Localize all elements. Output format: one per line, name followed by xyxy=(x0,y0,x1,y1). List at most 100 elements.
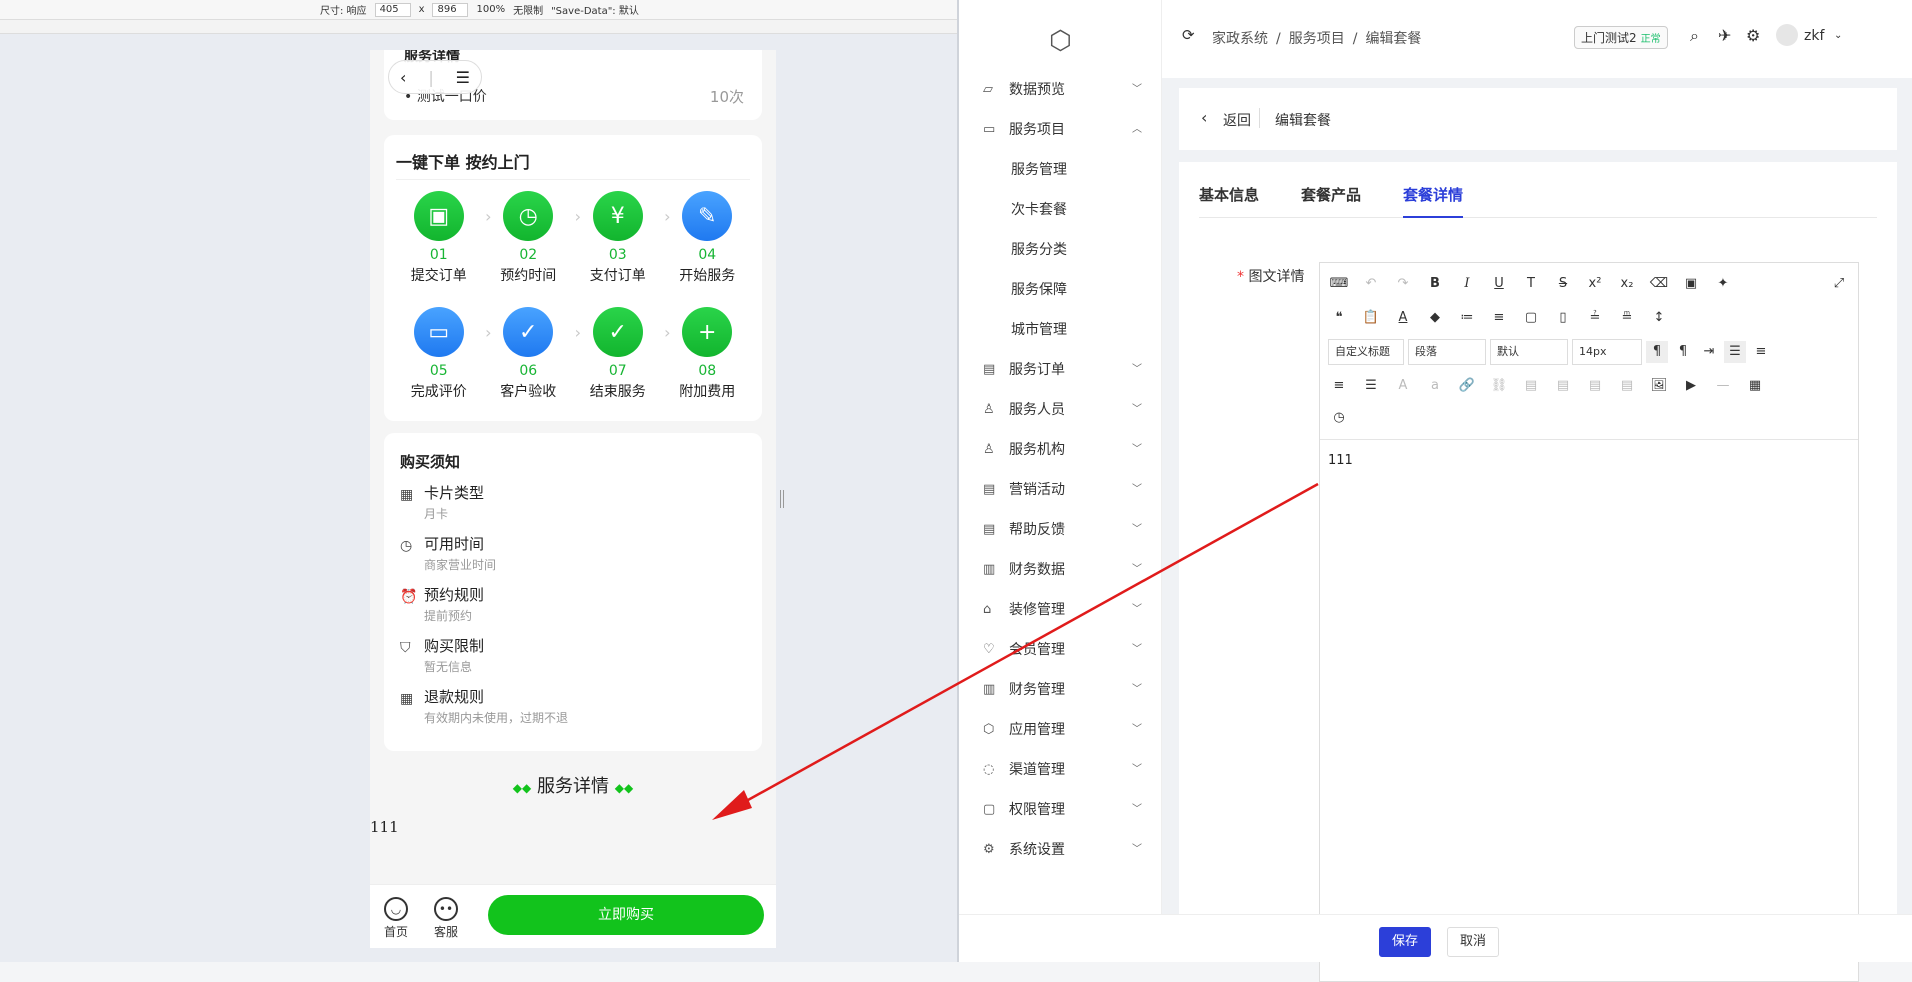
ltr-icon[interactable]: ¶ xyxy=(1646,341,1668,363)
undo-icon[interactable]: ↶ xyxy=(1360,273,1382,295)
fullscreen-icon[interactable]: ⤢ xyxy=(1828,273,1850,295)
font-color-icon[interactable]: A xyxy=(1392,307,1414,329)
image-icon[interactable]: 🖼 xyxy=(1648,375,1670,397)
italic-icon[interactable]: I xyxy=(1456,273,1478,295)
align-left-icon[interactable]: ☰ xyxy=(1724,341,1746,363)
eraser-icon[interactable]: ⌫ xyxy=(1648,273,1670,295)
image-float-none-icon[interactable]: ▤ xyxy=(1520,375,1542,397)
resize-handle[interactable] xyxy=(780,490,784,508)
home-tab[interactable]: ◡ 首页 xyxy=(376,897,416,940)
tab-item[interactable]: 套餐产品 xyxy=(1301,184,1361,218)
sidebar-item[interactable]: ▤ 服务订单 ﹀ xyxy=(959,350,1162,390)
superscript-icon[interactable]: x² xyxy=(1584,273,1606,295)
breadcrumb-item[interactable]: 家政系统 xyxy=(1212,31,1268,47)
tenant-tag[interactable]: 上门测试2 正常 xyxy=(1574,26,1668,49)
strikethrough-icon[interactable]: S xyxy=(1552,273,1574,295)
unordered-list-icon[interactable]: ≡ xyxy=(1488,307,1510,329)
gear-icon[interactable]: ⚙ xyxy=(1746,26,1760,45)
link-icon[interactable]: 🔗 xyxy=(1456,375,1478,397)
bg-color-icon[interactable]: ◆ xyxy=(1424,307,1446,329)
ordered-list-icon[interactable]: ≔ xyxy=(1456,307,1478,329)
subscript-icon[interactable]: x₂ xyxy=(1616,273,1638,295)
device-height-input[interactable]: 896 xyxy=(432,2,469,17)
cancel-button[interactable]: 取消 xyxy=(1447,927,1500,957)
editor-content[interactable]: 111 xyxy=(1328,453,1353,468)
image-center-icon[interactable]: ▤ xyxy=(1616,375,1638,397)
sidebar-item[interactable]: ▭ 服务项目 ︿ xyxy=(959,110,1162,150)
redo-icon[interactable]: ↷ xyxy=(1392,273,1414,295)
throttle-select[interactable]: 无限制 xyxy=(513,2,543,17)
sidebar-item[interactable]: ▱ 数据预览 ﹀ xyxy=(959,70,1162,110)
avatar[interactable] xyxy=(1776,24,1798,46)
tab-item[interactable]: 基本信息 xyxy=(1199,184,1259,218)
indent-icon[interactable]: ⇥ xyxy=(1698,341,1720,363)
sidebar-item[interactable]: ◌ 渠道管理 ﹀ xyxy=(959,750,1162,790)
sidebar-item[interactable]: ♙ 服务机构 ﹀ xyxy=(959,430,1162,470)
align-right-icon[interactable]: ≡ xyxy=(1328,375,1350,397)
device-size-select[interactable]: 尺寸: 响应 xyxy=(320,2,367,17)
underline-icon[interactable]: U xyxy=(1488,273,1510,295)
breadcrumb-item[interactable]: 服务项目 xyxy=(1289,31,1345,47)
date-icon[interactable]: ▦ xyxy=(1744,375,1766,397)
bold-icon[interactable]: B xyxy=(1424,273,1446,295)
case-upper-icon[interactable]: A xyxy=(1392,375,1414,397)
case-lower-icon[interactable]: a xyxy=(1424,375,1446,397)
sidebar-subitem[interactable]: 次卡套餐 xyxy=(959,190,1162,230)
sidebar-subitem[interactable]: 城市管理 xyxy=(959,310,1162,350)
unlink-icon[interactable]: ⛓ xyxy=(1488,375,1510,397)
rocket-icon[interactable]: ✈ xyxy=(1718,26,1731,45)
sidebar-subitem[interactable]: 服务分类 xyxy=(959,230,1162,270)
back-arrow-icon[interactable]: ‹ xyxy=(1201,108,1207,127)
search-icon[interactable]: ⌕ xyxy=(1690,26,1699,46)
source-code-icon[interactable]: ⌨ xyxy=(1328,273,1350,295)
breadcrumb-item[interactable]: 编辑套餐 xyxy=(1365,31,1421,47)
paragraph-select[interactable]: 段落 xyxy=(1408,339,1486,365)
buy-now-button[interactable]: 立即购买 xyxy=(488,895,764,935)
sidebar-item[interactable]: ▤ 营销活动 ﹀ xyxy=(959,470,1162,510)
format-brush-icon[interactable]: ▣ xyxy=(1680,273,1702,295)
sidebar-item[interactable]: ▥ 财务数据 ﹀ xyxy=(959,550,1162,590)
font-size-select[interactable]: 14px xyxy=(1572,339,1642,365)
sidebar-item[interactable]: ▥ 财务管理 ﹀ xyxy=(959,670,1162,710)
sidebar-item[interactable]: ⚙ 系统设置 ﹀ xyxy=(959,830,1162,870)
font-family-select[interactable]: 默认 xyxy=(1490,339,1568,365)
justify-icon[interactable]: ☰ xyxy=(1360,375,1382,397)
paste-icon[interactable]: 📋 xyxy=(1360,307,1382,329)
rtl-icon[interactable]: ¶ xyxy=(1672,341,1694,363)
image-float-left-icon[interactable]: ▤ xyxy=(1552,375,1574,397)
align-center-icon[interactable]: ≡ xyxy=(1750,341,1772,363)
device-width-input[interactable]: 405 xyxy=(374,2,411,17)
clear-doc-icon[interactable]: ▯ xyxy=(1552,307,1574,329)
savedata-select[interactable]: "Save-Data": 默认 xyxy=(551,2,639,17)
row-spacing-bottom-icon[interactable]: ≞ xyxy=(1616,307,1638,329)
user-name[interactable]: zkf xyxy=(1804,28,1824,44)
video-icon[interactable]: ▶ xyxy=(1680,375,1702,397)
row-spacing-top-icon[interactable]: ≟ xyxy=(1584,307,1606,329)
image-float-right-icon[interactable]: ▤ xyxy=(1584,375,1606,397)
menu-icon[interactable]: ☰ xyxy=(456,68,470,87)
tab-item[interactable]: 套餐详情 xyxy=(1403,184,1464,218)
sidebar-item[interactable]: ▢ 权限管理 ﹀ xyxy=(959,790,1162,830)
time-icon[interactable]: ◷ xyxy=(1328,407,1350,429)
sidebar-subitem[interactable]: 服务管理 xyxy=(959,150,1162,190)
sidebar-item[interactable]: ♡ 会员管理 ﹀ xyxy=(959,630,1162,670)
horizontal-rule-icon[interactable]: — xyxy=(1712,375,1734,397)
back-link[interactable]: 返回 xyxy=(1223,110,1251,130)
select-all-icon[interactable]: ▢ xyxy=(1520,307,1542,329)
zoom-select[interactable]: 100% xyxy=(476,4,505,15)
sidebar-item[interactable]: ▤ 帮助反馈 ﹀ xyxy=(959,510,1162,550)
magic-wand-icon[interactable]: ✦ xyxy=(1712,273,1734,295)
sidebar-item[interactable]: ♙ 服务人员 ﹀ xyxy=(959,390,1162,430)
sidebar-item[interactable]: ⬡ 应用管理 ﹀ xyxy=(959,710,1162,750)
text-format-icon[interactable]: T xyxy=(1520,273,1542,295)
save-button[interactable]: 保存 xyxy=(1379,927,1432,957)
sidebar-item[interactable]: ⌂ 装修管理 ﹀ xyxy=(959,590,1162,630)
back-icon[interactable]: ‹ xyxy=(400,68,406,87)
refresh-icon[interactable]: ⟳ xyxy=(1182,26,1195,44)
line-height-icon[interactable]: ↕ xyxy=(1648,307,1670,329)
sidebar-subitem[interactable]: 服务保障 xyxy=(959,270,1162,310)
custom-title-select[interactable]: 自定义标题 xyxy=(1328,339,1404,365)
quote-icon[interactable]: ❝ xyxy=(1328,307,1350,329)
service-tab[interactable]: •• 客服 xyxy=(426,897,466,940)
chevron-down-icon[interactable]: ⌄ xyxy=(1834,30,1842,41)
